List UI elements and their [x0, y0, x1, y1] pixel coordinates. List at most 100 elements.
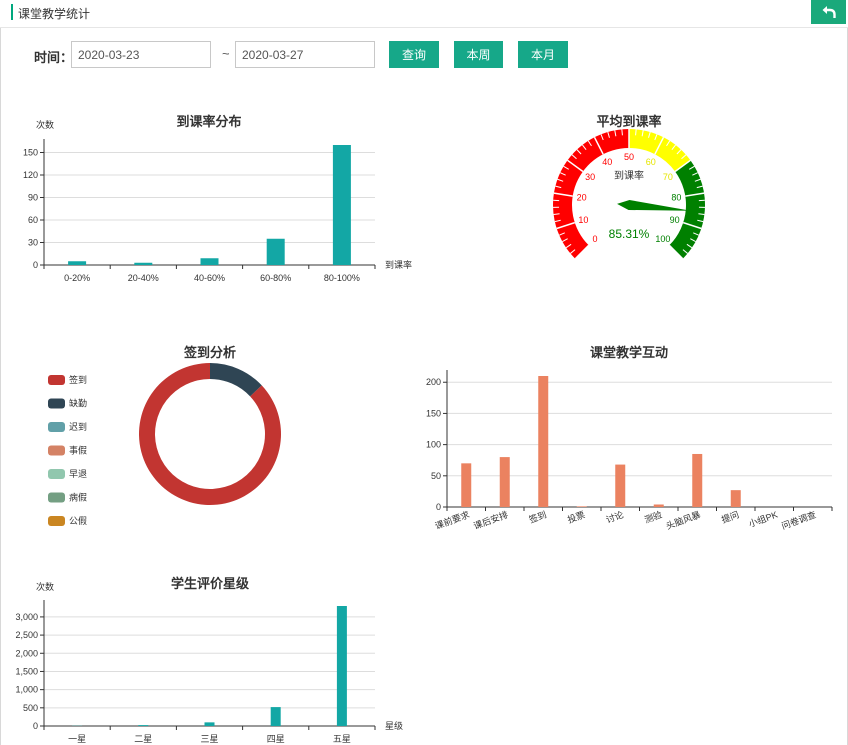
time-filter-label: 时间：	[34, 50, 74, 65]
legend-swatch	[48, 516, 65, 526]
legend-label: 迟到	[69, 421, 87, 432]
y-tick-label: 200	[426, 377, 441, 387]
x-tick-label: 三星	[200, 734, 218, 744]
legend-swatch	[48, 375, 65, 385]
y-axis-label: 次数	[36, 581, 54, 592]
bar	[336, 606, 347, 726]
gauge-tick-label: 90	[670, 215, 680, 225]
x-tick-label: 讨论	[604, 509, 625, 525]
back-button[interactable]	[811, 0, 846, 24]
y-tick-label: 1,500	[15, 666, 38, 676]
gauge-minor-tick	[635, 129, 637, 136]
y-tick-label: 90	[28, 193, 38, 203]
x-tick-label: 四星	[267, 734, 285, 744]
legend-swatch	[48, 398, 65, 409]
y-tick-label: 2,500	[15, 630, 38, 640]
x-tick-label: 提问	[720, 509, 741, 525]
gauge-tick-label: 70	[663, 172, 673, 182]
legend-swatch	[48, 469, 65, 479]
x-axis-label: 到课率	[385, 259, 412, 270]
y-tick-label: 100	[426, 440, 441, 450]
donut-slice	[210, 363, 262, 397]
gauge-tick-label: 20	[577, 192, 587, 202]
x-axis-label: 星级	[385, 720, 403, 731]
classroom-interaction-chart: 050100150200课前要求 课后安排 签到 投票 讨论 测验 头脑风暴 提问 小组PK 问卷…	[426, 370, 833, 532]
x-tick-label: 60-80%	[260, 273, 291, 283]
y-tick-label: 30	[28, 238, 38, 248]
x-tick-label: 问卷调查	[780, 509, 818, 532]
query-button[interactable]: 查询	[389, 41, 439, 68]
bar	[68, 261, 87, 265]
bar	[538, 376, 549, 507]
top-bar: 课堂教学统计	[0, 0, 848, 28]
legend-label: 早退	[69, 469, 87, 479]
end-date-input[interactable]	[235, 41, 375, 68]
x-tick-label: 头脑风暴	[664, 509, 702, 532]
y-tick-label: 0	[436, 502, 441, 512]
this-week-button[interactable]: 本周	[454, 41, 503, 68]
bar	[332, 145, 351, 265]
legend-swatch	[48, 445, 65, 456]
y-tick-label: 0	[33, 260, 38, 270]
start-date-input[interactable]	[71, 41, 211, 68]
gauge-tick-label: 60	[646, 157, 656, 167]
x-tick-label: 测验	[643, 509, 664, 525]
legend-label: 签到	[69, 374, 87, 385]
bar	[138, 725, 149, 726]
bar	[461, 463, 472, 507]
gauge-band	[629, 129, 691, 172]
average-attendance-gauge: 0 10 20 30 40 50 60 70 80 90100 到课率 85.31%	[553, 129, 705, 260]
gauge-tick-label: 40	[602, 157, 612, 167]
x-tick-label: 40-60%	[194, 273, 225, 283]
x-tick-label: 80-100%	[324, 273, 360, 283]
bar	[270, 707, 281, 726]
legend-swatch	[48, 422, 65, 432]
gauge-axis-label: 到课率	[614, 169, 644, 182]
legend-swatch	[48, 492, 65, 503]
gauge-tick-label: 10	[578, 215, 588, 225]
bar	[653, 504, 664, 507]
y-tick-label: 150	[23, 148, 38, 158]
legend-label: 缺勤	[69, 398, 87, 409]
y-tick-label: 2,000	[15, 648, 38, 658]
bar	[576, 506, 587, 507]
legend-label: 事假	[69, 445, 87, 456]
y-axis-label: 次数	[36, 119, 54, 130]
y-tick-label: 3,000	[15, 612, 38, 622]
y-tick-label: 1,000	[15, 685, 38, 695]
x-tick-label: 0-20%	[64, 273, 90, 283]
gauge-tick-label: 30	[585, 172, 595, 182]
title-accent-bar	[11, 4, 13, 20]
x-tick-label: 小组PK	[747, 509, 779, 530]
bar	[499, 457, 510, 507]
bar	[692, 453, 703, 507]
y-tick-label: 60	[28, 215, 38, 225]
back-arrow-icon	[822, 6, 836, 18]
bar	[615, 464, 626, 507]
y-tick-label: 120	[23, 170, 38, 180]
attendance-distribution-chart: 0 30 60 90 120 150 0-20% 20-40% 40-60% 60-80% 80-1…	[23, 119, 412, 283]
x-tick-label: 课后安排	[472, 509, 510, 532]
y-tick-label: 0	[33, 721, 38, 731]
classroom-interaction-title: 课堂教学互动	[589, 345, 668, 360]
bar	[200, 258, 219, 265]
y-tick-label: 150	[426, 408, 441, 418]
gauge-tick-label: 80	[671, 192, 681, 202]
gauge-minor-tick	[621, 129, 623, 136]
x-tick-label: 一星	[68, 734, 86, 744]
gauge-value-label: 85.31%	[609, 227, 650, 241]
bar	[730, 490, 741, 507]
date-range-separator: ~	[222, 46, 230, 61]
bar	[266, 238, 285, 265]
x-tick-label: 五星	[333, 734, 351, 744]
gauge-tick-label: 100	[655, 234, 670, 244]
sign-in-analysis-chart: 签到缺勤迟到事假早退病假公假	[48, 363, 281, 526]
x-tick-label: 投票	[566, 509, 587, 525]
legend-label: 公假	[69, 516, 87, 526]
bar	[134, 262, 153, 265]
this-month-button[interactable]: 本月	[518, 41, 568, 68]
y-tick-label: 500	[23, 703, 38, 713]
gauge-tick-label: 0	[593, 234, 598, 244]
x-tick-label: 二星	[134, 734, 152, 744]
y-tick-label: 50	[431, 471, 441, 481]
